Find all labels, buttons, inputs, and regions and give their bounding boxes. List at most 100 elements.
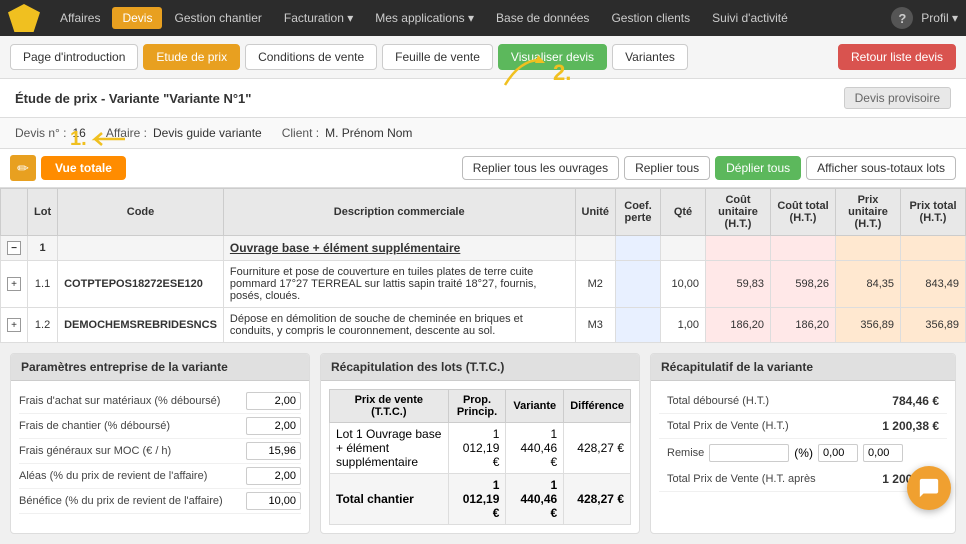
tab-visualiser-devis[interactable]: Visualiser devis <box>498 44 607 70</box>
expand-ctrl-1-1[interactable]: + <box>1 261 28 308</box>
nav-item-base-donnees[interactable]: Base de données <box>486 7 599 29</box>
tab-variantes[interactable]: Variantes <box>612 44 688 70</box>
ouvrage-link[interactable]: Ouvrage base + élément supplémentaire <box>230 241 460 255</box>
recap-row-total-apres: Total Prix de Vente (H.T. après 1 200,38… <box>659 467 947 492</box>
table-row: + 1.1 COTPTEPOS18272ESE120 Fourniture et… <box>1 261 966 308</box>
param-row: Aléas (% du prix de revient de l'affaire… <box>19 464 301 489</box>
desc-cell: Ouvrage base + élément supplémentaire <box>223 236 575 261</box>
replier-ouvrages-button[interactable]: Replier tous les ouvrages <box>462 156 619 180</box>
param-label-0: Frais d'achat sur matériaux (% déboursé) <box>19 395 246 407</box>
collapse-ctrl[interactable]: − <box>1 236 28 261</box>
col-header-unit: Unité <box>575 189 616 236</box>
app-logo[interactable] <box>8 4 40 32</box>
afficher-sous-totaux-button[interactable]: Afficher sous-totaux lots <box>806 156 956 180</box>
affaire-value: Devis guide variante <box>153 126 262 140</box>
deplier-tous-button[interactable]: Déplier tous <box>715 156 801 180</box>
replier-tous-button[interactable]: Replier tous <box>624 156 710 180</box>
recap-lot-diff: 428,27 € <box>564 423 631 474</box>
recap-lot-label: Lot 1 Ouvrage base + élément supplémenta… <box>330 423 449 474</box>
col-header-code: Code <box>58 189 224 236</box>
prix-total-cell-1-1: 843,49 <box>901 261 966 308</box>
debourse-value: 784,46 € <box>892 394 939 408</box>
tab-etude-de-prix[interactable]: Etude de prix <box>143 44 240 70</box>
col-header-cout-total: Coût total (H.T.) <box>771 189 836 236</box>
param-input-3[interactable] <box>246 467 301 485</box>
param-input-1[interactable] <box>246 417 301 435</box>
tab-bar: Page d'introduction Etude de prix Condit… <box>0 36 966 79</box>
mid-panel-title: Récapitulation des lots (T.T.C.) <box>321 354 639 381</box>
param-row: Frais généraux sur MOC (€ / h) <box>19 439 301 464</box>
top-navigation: Affaires Devis Gestion chantier Facturat… <box>0 0 966 36</box>
param-row: Bénéfice (% du prix de revient de l'affa… <box>19 489 301 514</box>
devis-label: Devis n° : <box>15 126 66 140</box>
recap-col-prop: Prop. Princip. <box>448 390 506 423</box>
desc-cell-1-2: Dépose en démolition de souche de chemin… <box>223 308 575 343</box>
recap-col-label: Prix de vente (T.T.C.) <box>330 390 449 423</box>
remise-input[interactable] <box>709 444 789 462</box>
tab-retour-liste-devis[interactable]: Retour liste devis <box>838 44 956 70</box>
nav-item-devis[interactable]: Devis <box>112 7 162 29</box>
cout-total-cell-1-1: 598,26 <box>771 261 836 308</box>
help-button[interactable]: ? <box>891 7 913 29</box>
toolbar: ✏ Vue totale 1. Replier tous les ouvrage… <box>0 149 966 188</box>
total-apres-label: Total Prix de Vente (H.T. après <box>667 473 816 485</box>
lot-cell-1-1: 1.1 <box>28 261 58 308</box>
unit-cell <box>575 236 616 261</box>
expand-icon[interactable]: + <box>7 277 21 291</box>
profil-menu[interactable]: Profil ▾ <box>921 11 958 25</box>
coef-cell-1-2 <box>616 308 661 343</box>
recap-table: Prix de vente (T.T.C.) Prop. Princip. Va… <box>329 389 631 525</box>
remise-pct-input[interactable] <box>818 444 858 462</box>
unit-cell-1-1: M2 <box>575 261 616 308</box>
recap-total-prop: 1 012,19 € <box>448 474 506 525</box>
remise-euro-input[interactable] <box>863 444 903 462</box>
vue-totale-button[interactable]: Vue totale <box>41 156 126 180</box>
tab-conditions-vente[interactable]: Conditions de vente <box>245 44 377 70</box>
recap-row-prix-vente: Total Prix de Vente (H.T.) 1 200,38 € <box>659 414 947 439</box>
left-panel-title: Paramètres entreprise de la variante <box>11 354 309 381</box>
tab-feuille-vente[interactable]: Feuille de vente <box>382 44 493 70</box>
col-header-qty: Qté <box>661 189 706 236</box>
col-header-coef: Coef. perte <box>616 189 661 236</box>
nav-item-affaires[interactable]: Affaires <box>50 7 110 29</box>
prix-unit-cell <box>836 236 901 261</box>
cout-unit-cell-1-2: 186,20 <box>706 308 771 343</box>
nav-item-suivi-activite[interactable]: Suivi d'activité <box>702 7 798 29</box>
table-row: + 1.2 DEMOCHEMSREBRIDESNCS Dépose en dém… <box>1 308 966 343</box>
cout-unit-cell-1-1: 59,83 <box>706 261 771 308</box>
param-row: Frais d'achat sur matériaux (% déboursé) <box>19 389 301 414</box>
qty-cell <box>661 236 706 261</box>
param-input-4[interactable] <box>246 492 301 510</box>
expand-icon[interactable]: + <box>7 318 21 332</box>
coef-cell <box>616 236 661 261</box>
nav-item-gestion-clients[interactable]: Gestion clients <box>601 7 700 29</box>
recap-total-variante: 1 440,46 € <box>506 474 564 525</box>
status-badge: Devis provisoire <box>844 87 951 109</box>
code-cell-1-2: DEMOCHEMSREBRIDESNCS <box>58 308 224 343</box>
qty-cell-1-2: 1,00 <box>661 308 706 343</box>
param-input-2[interactable] <box>246 442 301 460</box>
nav-item-mes-applications[interactable]: Mes applications ▾ <box>365 7 484 29</box>
col-header-prix-unit: Prix unitaire (H.T.) <box>836 189 901 236</box>
table-row: − 1 Ouvrage base + élément supplémentair… <box>1 236 966 261</box>
unit-cell-1-2: M3 <box>575 308 616 343</box>
cout-total-cell-1-2: 186,20 <box>771 308 836 343</box>
expand-ctrl-1-2[interactable]: + <box>1 308 28 343</box>
collapse-icon[interactable]: − <box>7 241 21 255</box>
col-header-ctrl <box>1 189 28 236</box>
info-bar: Devis n° : 16 Affaire : Devis guide vari… <box>0 118 966 149</box>
recap-row-debourse: Total déboursé (H.T.) 784,46 € <box>659 389 947 414</box>
edit-icon-button[interactable]: ✏ <box>10 155 36 181</box>
tab-page-introduction[interactable]: Page d'introduction <box>10 44 138 70</box>
param-row: Frais de chantier (% déboursé) <box>19 414 301 439</box>
nav-item-gestion-chantier[interactable]: Gestion chantier <box>164 7 271 29</box>
prix-unit-cell-1-1: 84,35 <box>836 261 901 308</box>
prix-vente-label: Total Prix de Vente (H.T.) <box>667 420 789 432</box>
param-label-4: Bénéfice (% du prix de revient de l'affa… <box>19 495 246 507</box>
chat-bubble[interactable] <box>907 466 951 510</box>
param-label-2: Frais généraux sur MOC (€ / h) <box>19 445 246 457</box>
table-row: Total chantier 1 012,19 € 1 440,46 € 428… <box>330 474 631 525</box>
nav-item-facturation[interactable]: Facturation ▾ <box>274 7 363 29</box>
param-input-0[interactable] <box>246 392 301 410</box>
recap-lot-variante: 1 440,46 € <box>506 423 564 474</box>
